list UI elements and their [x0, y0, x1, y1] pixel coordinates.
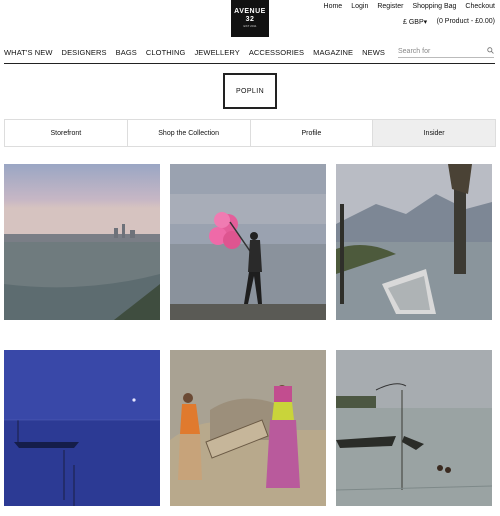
nav-designers[interactable]: DESIGNERS: [62, 48, 107, 57]
search-icon[interactable]: [487, 46, 494, 56]
tab-shop-the-collection[interactable]: Shop the Collection: [128, 120, 251, 146]
currency-selector[interactable]: £ GBP▾: [403, 18, 427, 26]
tab-profile[interactable]: Profile: [251, 120, 374, 146]
shopping-bag-link[interactable]: Shopping Bag: [412, 3, 456, 10]
gallery-photo-blue-dusk-lake[interactable]: [4, 350, 160, 506]
gallery-photo-city-waterfront[interactable]: [4, 164, 160, 320]
logo-line-2: 32: [245, 16, 255, 23]
site-logo[interactable]: AVENUE 32 EST 2011: [231, 0, 269, 37]
login-link[interactable]: Login: [351, 3, 368, 10]
nav-news[interactable]: NEWS: [362, 48, 385, 57]
tab-insider[interactable]: Insider: [373, 120, 495, 146]
logo-line-1: AVENUE: [234, 8, 266, 15]
brand-title: POPLIN: [223, 73, 277, 109]
register-link[interactable]: Register: [377, 3, 403, 10]
top-links: Home Login Register Shopping Bag Checkou…: [324, 3, 495, 10]
brand-tabs: Storefront Shop the Collection Profile I…: [4, 119, 496, 147]
home-link[interactable]: Home: [324, 3, 343, 10]
gallery-photo-cotton-candy-seller[interactable]: [170, 164, 326, 320]
gallery-photo-lake-boats-evening[interactable]: [336, 350, 492, 506]
nav-divider: [4, 63, 495, 64]
nav-whats-new[interactable]: WHAT'S NEW: [4, 48, 53, 57]
nav-magazine[interactable]: MAGAZINE: [313, 48, 353, 57]
search-placeholder: Search for: [398, 47, 431, 55]
nav-jewellery[interactable]: JEWELLERY: [194, 48, 239, 57]
gallery-photo-women-sifting-grain[interactable]: [170, 350, 326, 506]
nav-accessories[interactable]: ACCESSORIES: [249, 48, 304, 57]
cart-summary[interactable]: (0 Product - £0.00): [437, 18, 495, 25]
gallery-photo-boat-lake-mountains[interactable]: [336, 164, 492, 320]
checkout-link[interactable]: Checkout: [465, 3, 495, 10]
nav-clothing[interactable]: CLOTHING: [146, 48, 186, 57]
logo-line-3: EST 2011: [243, 24, 257, 28]
nav-bags[interactable]: BAGS: [116, 48, 137, 57]
search-input[interactable]: Search for: [398, 45, 494, 58]
tab-storefront[interactable]: Storefront: [5, 120, 128, 146]
main-nav: WHAT'S NEW DESIGNERS BAGS CLOTHING JEWEL…: [4, 48, 385, 57]
photo-gallery: [4, 164, 492, 506]
